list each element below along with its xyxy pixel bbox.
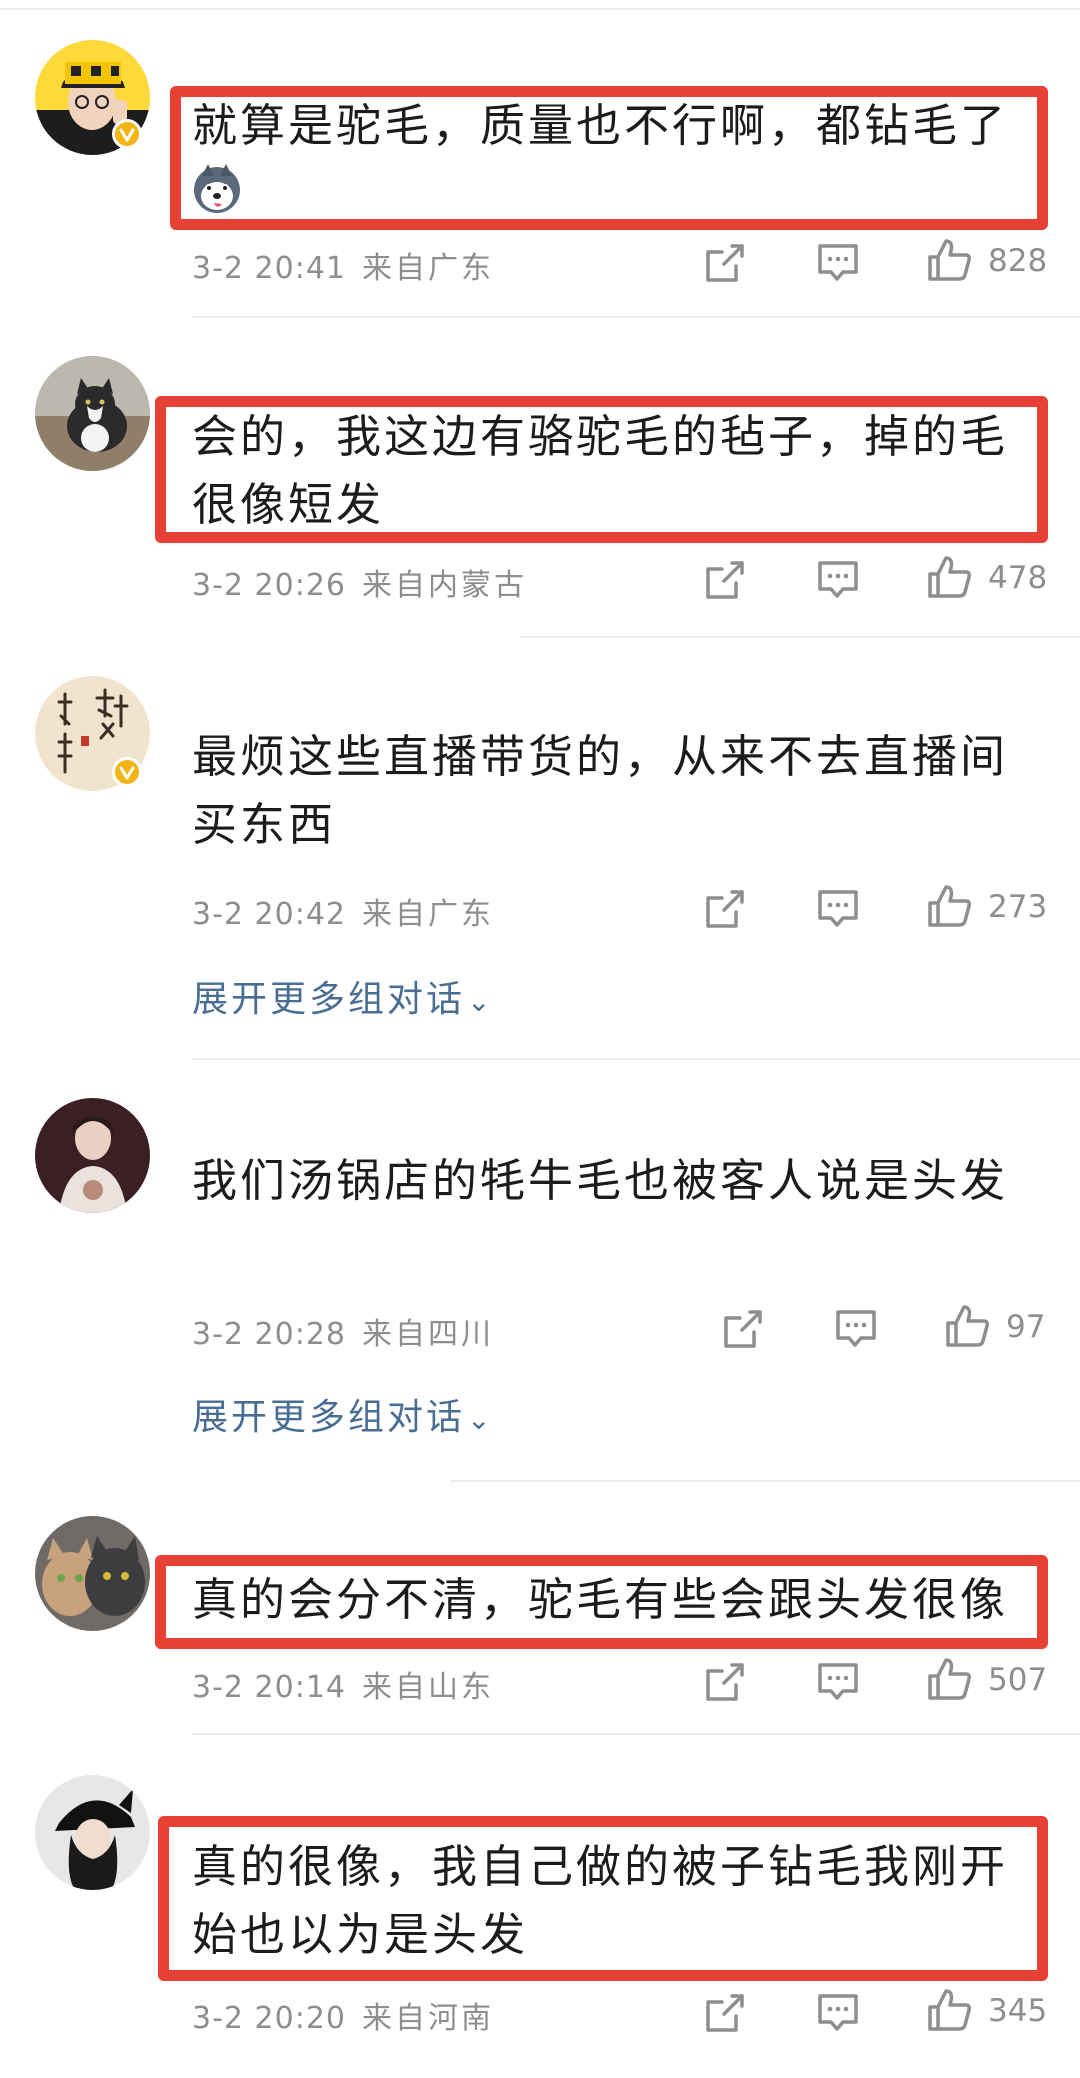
- comment-location: 来自四川: [362, 1317, 494, 1352]
- like-button[interactable]: [944, 1303, 990, 1349]
- comment-divider: [450, 1480, 1080, 1482]
- comment-bubble-icon: [818, 244, 858, 281]
- like-count: 478: [988, 560, 1048, 596]
- comment-time: 3-2 20:14: [192, 1670, 346, 1705]
- avatar[interactable]: [35, 1516, 150, 1631]
- thumbs-up-icon: [928, 556, 971, 598]
- repost-button[interactable]: [702, 1990, 748, 2036]
- comment-meta: 3-2 20:28 来自四川: [192, 1309, 494, 1353]
- share-square-icon: [706, 1994, 744, 2032]
- comment-text: 会的，我这边有骆驼毛的毡子，掉的毛很像短发: [192, 410, 1009, 531]
- comment-bubble-icon: [836, 1310, 876, 1347]
- thumbs-up-icon: [928, 885, 971, 927]
- comment-time: 3-2 20:26: [192, 568, 346, 603]
- comment-divider: [192, 1733, 1080, 1735]
- comment-text: 我们汤锅店的牦牛毛也被客人说是头发: [192, 1154, 1009, 1207]
- like-count: 345: [988, 1993, 1048, 2029]
- verified-badge-icon: [112, 119, 142, 149]
- avatar[interactable]: [35, 1775, 150, 1890]
- expand-more-replies-link[interactable]: 展开更多组对话⌄: [192, 970, 493, 1022]
- avatar[interactable]: [35, 356, 150, 471]
- share-square-icon: [724, 1310, 762, 1348]
- comment-button[interactable]: [833, 1306, 879, 1352]
- thumbs-up-icon: [928, 1989, 971, 2031]
- comment-bubble-icon: [818, 561, 858, 598]
- share-square-icon: [706, 244, 744, 282]
- comment-meta: 3-2 20:20 来自河南: [192, 1993, 494, 2037]
- like-button[interactable]: [926, 883, 972, 929]
- chevron-down-icon: ⌄: [467, 1403, 494, 1436]
- comment-time: 3-2 20:42: [192, 897, 346, 932]
- comment-button[interactable]: [815, 1659, 861, 1705]
- comment-text: 就算是驼毛，质量也不行啊，都钻毛了: [192, 99, 1009, 152]
- top-divider: [0, 8, 1080, 10]
- comment-meta: 3-2 20:41 来自广东: [192, 243, 494, 287]
- repost-button[interactable]: [720, 1306, 766, 1352]
- expand-label: 展开更多组对话: [192, 979, 466, 1020]
- like-count: 273: [988, 889, 1048, 925]
- comment-location: 来自山东: [362, 1670, 494, 1705]
- chevron-down-icon: ⌄: [467, 985, 494, 1018]
- comment-button[interactable]: [815, 240, 861, 286]
- comment-bubble-icon: [818, 890, 858, 927]
- comment-bubble-icon: [818, 1663, 858, 1700]
- like-button[interactable]: [926, 1987, 972, 2033]
- comment-divider: [192, 316, 1080, 318]
- like-count: 97: [1006, 1309, 1046, 1345]
- like-button[interactable]: [926, 554, 972, 600]
- share-square-icon: [706, 1663, 744, 1701]
- like-button[interactable]: [926, 237, 972, 283]
- expand-label: 展开更多组对话: [192, 1397, 466, 1438]
- repost-button[interactable]: [702, 240, 748, 286]
- repost-button[interactable]: [702, 1659, 748, 1705]
- thumbs-up-icon: [946, 1305, 989, 1347]
- like-button[interactable]: [926, 1656, 972, 1702]
- comment-time: 3-2 20:41: [192, 251, 346, 286]
- comment-location: 来自内蒙古: [362, 568, 527, 603]
- comment-text: 最烦这些直播带货的，从来不去直播间买东西: [192, 730, 1009, 851]
- comment-location: 来自广东: [362, 251, 494, 286]
- share-square-icon: [706, 561, 744, 599]
- comment-meta: 3-2 20:14 来自山东: [192, 1662, 494, 1706]
- avatar[interactable]: [35, 1098, 150, 1213]
- expand-more-replies-link[interactable]: 展开更多组对话⌄: [192, 1388, 493, 1440]
- thumbs-up-icon: [928, 239, 971, 281]
- comment-time: 3-2 20:20: [192, 2001, 346, 2036]
- verified-badge-icon: [112, 757, 142, 787]
- repost-button[interactable]: [702, 557, 748, 603]
- comment-location: 来自广东: [362, 897, 494, 932]
- repost-button[interactable]: [702, 886, 748, 932]
- husky-emoji-icon: [190, 162, 244, 216]
- comment-text: 真的很像，我自己做的被子钻毛我刚开始也以为是头发: [192, 1840, 1009, 1961]
- comment-time: 3-2 20:28: [192, 1317, 346, 1352]
- comment-button[interactable]: [815, 557, 861, 603]
- thumbs-up-icon: [928, 1658, 971, 1700]
- comment-divider: [520, 636, 1080, 638]
- share-square-icon: [706, 890, 744, 928]
- comment-button[interactable]: [815, 1990, 861, 2036]
- comment-meta: 3-2 20:26 来自内蒙古: [192, 560, 527, 604]
- comment-button[interactable]: [815, 886, 861, 932]
- like-count: 507: [988, 1662, 1048, 1698]
- comment-bubble-icon: [818, 1994, 858, 2031]
- comment-divider: [192, 1058, 1080, 1060]
- comment-meta: 3-2 20:42 来自广东: [192, 889, 494, 933]
- like-count: 828: [988, 243, 1048, 279]
- comment-location: 来自河南: [362, 2001, 494, 2036]
- comment-text: 真的会分不清，驼毛有些会跟头发很像: [192, 1573, 1009, 1626]
